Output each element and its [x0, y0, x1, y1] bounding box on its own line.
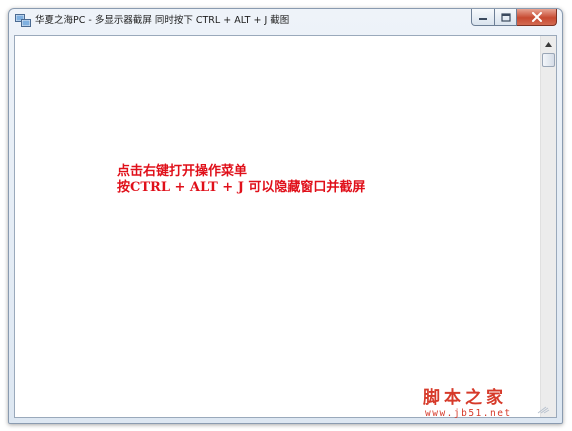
- watermark-url: www.jb51.net: [425, 408, 512, 419]
- scroll-thumb[interactable]: [542, 53, 555, 67]
- watermark-logo: 脚本之家 www.jb51.net: [423, 388, 553, 420]
- minimize-button[interactable]: [471, 9, 495, 26]
- window-title: 华夏之海PC - 多显示器截屏 同时按下 CTRL + ALT + J 截图: [35, 15, 290, 26]
- close-icon: [531, 12, 542, 22]
- minimize-icon: [479, 18, 487, 20]
- caption-buttons: [471, 9, 557, 27]
- screen-background: 华夏之海PC - 多显示器截屏 同时按下 CTRL + ALT + J 截图 点…: [0, 0, 572, 431]
- instruction-line-1: 点击右键打开操作菜单: [117, 164, 248, 179]
- maximize-button[interactable]: [495, 9, 517, 26]
- instruction-line-2: 按CTRL + ALT + J 可以隐藏窗口并截屏: [117, 180, 366, 195]
- maximize-icon: [500, 12, 511, 22]
- watermark-title: 脚本之家: [423, 388, 507, 408]
- scroll-up-button[interactable]: [541, 36, 556, 52]
- resize-grip-icon[interactable]: [536, 406, 550, 414]
- client-area[interactable]: 点击右键打开操作菜单 按CTRL + ALT + J 可以隐藏窗口并截屏 脚本之…: [14, 35, 557, 419]
- instruction-text: 点击右键打开操作菜单 按CTRL + ALT + J 可以隐藏窗口并截屏: [117, 164, 365, 196]
- title-bar[interactable]: 华夏之海PC - 多显示器截屏 同时按下 CTRL + ALT + J 截图: [9, 9, 562, 35]
- app-window: 华夏之海PC - 多显示器截屏 同时按下 CTRL + ALT + J 截图 点…: [8, 8, 563, 424]
- arrow-up-icon: [545, 41, 552, 47]
- content-area[interactable]: 点击右键打开操作菜单 按CTRL + ALT + J 可以隐藏窗口并截屏 脚本之…: [15, 36, 540, 419]
- monitors-icon: [15, 14, 31, 27]
- close-button[interactable]: [517, 9, 557, 26]
- vertical-scrollbar[interactable]: [540, 36, 556, 417]
